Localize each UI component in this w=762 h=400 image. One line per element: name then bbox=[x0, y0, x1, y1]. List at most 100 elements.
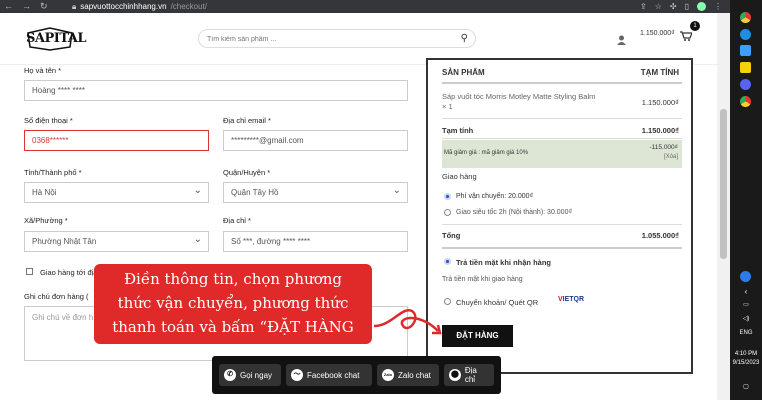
notifications-icon[interactable]: ▢ bbox=[730, 384, 762, 391]
zalo-chat-label: Zalo chat bbox=[398, 370, 431, 380]
callout-line-2: thức vận chuyển, phương thức bbox=[117, 294, 349, 312]
total-divider bbox=[442, 247, 682, 249]
ship-to-other-checkbox[interactable] bbox=[26, 268, 33, 275]
payment-cod-description: Trả tiền mặt khi giao hàng bbox=[442, 276, 523, 283]
payment-transfer-radio[interactable] bbox=[444, 298, 451, 305]
language-indicator[interactable]: ENG bbox=[730, 330, 762, 337]
vietqr-logo: VIETQR bbox=[558, 296, 584, 303]
ward-label: Xã/Phường * bbox=[24, 216, 68, 225]
search-box: ⚲ bbox=[198, 29, 476, 48]
phone-value: 0368****** bbox=[32, 136, 69, 145]
search-icon[interactable]: ⚲ bbox=[461, 33, 468, 44]
zalo-chat-button[interactable]: Zalo Zalo chat bbox=[377, 364, 439, 386]
clock-time[interactable]: 4:10 PM bbox=[730, 351, 762, 358]
system-taskbar: ‹ ▭ ◁) ENG 4:10 PM 9/15/2023 ▢ bbox=[730, 0, 762, 400]
cart-icon[interactable] bbox=[680, 31, 693, 44]
battery-icon[interactable]: ▭ bbox=[730, 302, 762, 309]
menu-dots-icon[interactable]: ⋮ bbox=[714, 2, 722, 11]
ship-to-other-label: Giao hàng tới địa bbox=[40, 268, 98, 277]
search-input[interactable] bbox=[207, 33, 447, 45]
name-field[interactable]: Hoàng **** **** bbox=[24, 80, 408, 101]
address-field[interactable]: Số ***, đường **** **** bbox=[223, 231, 408, 252]
url-host: sapvuottocchinhhang.vn bbox=[80, 2, 167, 11]
back-arrow-icon[interactable]: ← bbox=[4, 0, 13, 13]
url-path: /checkout/ bbox=[170, 2, 208, 11]
cart-total[interactable]: 1.150.000₫ bbox=[640, 30, 675, 37]
app-icon[interactable] bbox=[740, 45, 751, 56]
payment-cod-label: Trả tiền mặt khi nhận hàng bbox=[456, 258, 552, 267]
tray-chevron-icon[interactable]: ‹ bbox=[730, 288, 762, 296]
browser-actions: ⇪ ☆ ✣ ▯ ⋮ bbox=[640, 0, 722, 13]
product-column-header: SẢN PHẨM bbox=[442, 68, 485, 77]
chrome-profile-icon[interactable] bbox=[740, 96, 751, 107]
facebook-chat-button[interactable]: 〜 Facebook chat bbox=[286, 364, 372, 386]
clock-date[interactable]: 9/15/2023 bbox=[730, 360, 762, 367]
user-icon[interactable] bbox=[617, 35, 626, 45]
header-divider bbox=[442, 82, 682, 84]
share-icon[interactable]: ⇪ bbox=[640, 2, 647, 11]
page-scrollbar[interactable] bbox=[717, 13, 730, 400]
edge-icon[interactable] bbox=[740, 29, 751, 40]
address-button[interactable]: ⬤ Địa chỉ bbox=[444, 364, 494, 386]
reload-icon[interactable]: ↻ bbox=[40, 0, 48, 13]
shipping-express-radio[interactable] bbox=[444, 209, 451, 216]
browser-toolbar: ← → ↻ 🔒︎ sapvuottocchinhhang.vn/checkout… bbox=[0, 0, 730, 13]
callout-line-3: thanh toán và bấm “ĐẶT HÀNG bbox=[112, 318, 354, 336]
item-name: Sáp vuốt tóc Morris Motley Matte Styling… bbox=[442, 92, 596, 101]
discord-icon[interactable] bbox=[740, 79, 751, 90]
volume-icon[interactable]: ◁) bbox=[730, 316, 762, 323]
shipping-standard-radio[interactable] bbox=[444, 193, 451, 200]
city-select[interactable]: Hà Nội bbox=[24, 181, 209, 203]
divider bbox=[442, 118, 682, 119]
instruction-callout: Điền thông tin, chọn phương thức vận chu… bbox=[94, 264, 372, 344]
call-now-button[interactable]: ✆ Gọi ngay bbox=[219, 364, 281, 386]
place-order-button[interactable]: ĐẶT HÀNG bbox=[442, 325, 513, 347]
scrollbar-thumb[interactable] bbox=[720, 109, 727, 259]
site-logo[interactable]: SAPITAL bbox=[26, 27, 87, 51]
district-select[interactable]: Quận Tây Hồ bbox=[223, 181, 408, 203]
cart-count-badge: 1 bbox=[690, 21, 700, 31]
district-label: Quận/Huyện * bbox=[223, 168, 271, 177]
browser-nav: ← → ↻ bbox=[4, 0, 64, 13]
item-price: 1.150.000₫ bbox=[641, 98, 679, 107]
shipping-label: Giao hàng bbox=[442, 172, 477, 181]
callout-arrow-icon bbox=[373, 308, 442, 335]
bookmark-star-icon[interactable]: ☆ bbox=[655, 2, 662, 11]
discount-row: Mã giảm giá : mã giảm giá 10% -115.000₫ … bbox=[442, 140, 682, 168]
email-field[interactable]: *********@gmail.com bbox=[223, 130, 408, 151]
email-label: Địa chỉ email * bbox=[223, 116, 271, 125]
address-bar[interactable]: 🔒︎ sapvuottocchinhhang.vn/checkout/ bbox=[72, 2, 207, 12]
phone-icon: ✆ bbox=[224, 369, 236, 381]
phone-field[interactable]: 0368****** bbox=[24, 130, 209, 151]
messenger-icon: 〜 bbox=[291, 369, 303, 381]
logo-text: SAPITAL bbox=[26, 31, 87, 46]
help-icon[interactable] bbox=[740, 271, 751, 282]
zalo-icon: Zalo bbox=[382, 369, 394, 381]
facebook-chat-label: Facebook chat bbox=[307, 370, 360, 380]
subtotal-value: 1.150.000₫ bbox=[641, 126, 679, 135]
shipping-standard-label: Phí vận chuyển: 20.000₫ bbox=[456, 193, 534, 200]
profile-avatar[interactable] bbox=[697, 2, 706, 11]
address-label: Địa chỉ * bbox=[223, 216, 251, 225]
address-chat-label: Địa chỉ bbox=[464, 366, 477, 384]
extensions-icon[interactable]: ✣ bbox=[670, 2, 677, 11]
ward-select[interactable]: Phường Nhật Tân bbox=[24, 230, 209, 252]
divider bbox=[442, 138, 682, 139]
sidebar-icon[interactable]: ▯ bbox=[685, 2, 689, 11]
divider bbox=[442, 224, 682, 225]
payment-cod-radio[interactable] bbox=[444, 258, 451, 265]
forward-arrow-icon[interactable]: → bbox=[22, 0, 31, 13]
lock-icon: 🔒︎ bbox=[72, 1, 77, 11]
contact-chat-bar: ✆ Gọi ngay 〜 Facebook chat Zalo Zalo cha… bbox=[212, 356, 501, 394]
notes-label: Ghi chú đơn hàng ( bbox=[24, 292, 89, 301]
total-value: 1.055.000₫ bbox=[641, 231, 679, 240]
callout-line-1: Điền thông tin, chọn phương bbox=[123, 270, 343, 288]
notes-icon[interactable] bbox=[740, 62, 751, 73]
vietqr-text: IETQR bbox=[562, 296, 585, 303]
city-label: Tỉnh/Thành phố * bbox=[24, 168, 82, 177]
discount-label: Mã giảm giá : mã giảm giá 10% bbox=[444, 150, 529, 156]
item-quantity: × 1 bbox=[442, 102, 453, 111]
chrome-icon[interactable] bbox=[740, 12, 751, 23]
discount-remove-link[interactable]: [Xóa] bbox=[664, 154, 678, 160]
order-item: Sáp vuốt tóc Morris Motley Matte Styling… bbox=[442, 92, 617, 112]
